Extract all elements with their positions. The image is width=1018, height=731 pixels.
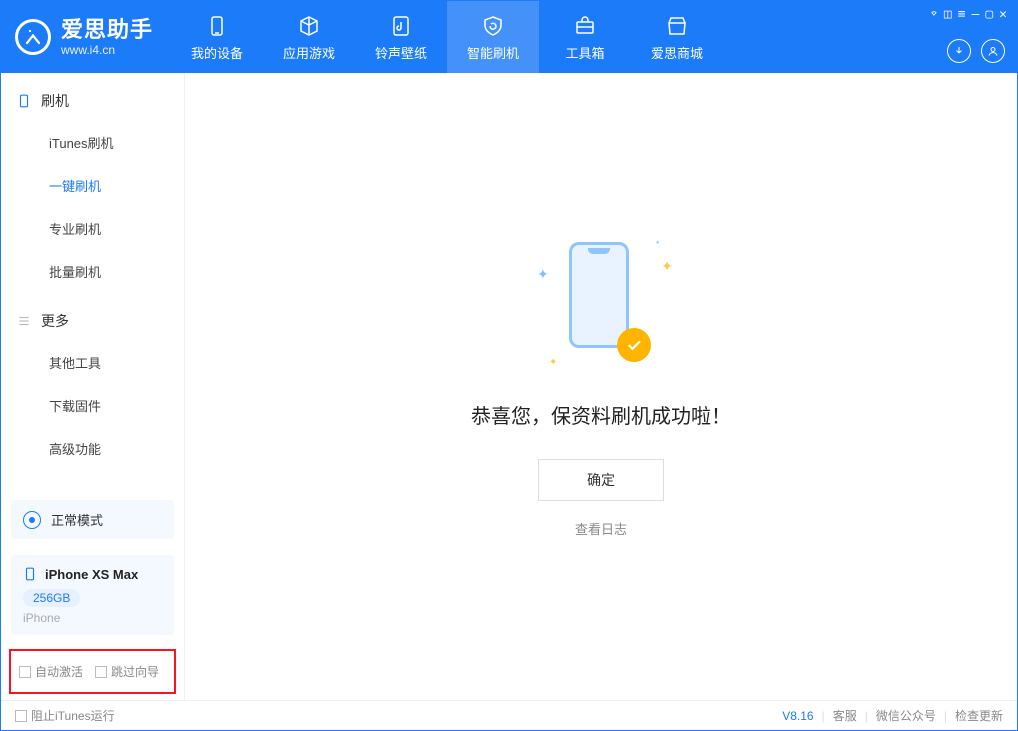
- checkbox-block-itunes[interactable]: 阻止iTunes运行: [15, 707, 115, 724]
- sidebar-item-other-tools[interactable]: 其他工具: [1, 341, 184, 384]
- refresh-shield-icon: [481, 13, 505, 39]
- nav-toolbox[interactable]: 工具箱: [539, 1, 631, 73]
- support-link[interactable]: 客服: [833, 707, 857, 724]
- status-bar: 阻止iTunes运行 V8.16 | 客服 | 微信公众号 | 检查更新: [1, 700, 1017, 730]
- nav-apps[interactable]: 应用游戏: [263, 1, 355, 73]
- view-log-link[interactable]: 查看日志: [575, 519, 627, 538]
- lock-icon[interactable]: ◫: [944, 7, 952, 22]
- success-illustration: ✦✦✦•: [531, 236, 671, 376]
- highlighted-options: 自动激活 跳过向导: [9, 649, 176, 694]
- device-storage: 256GB: [23, 589, 80, 607]
- mode-label: 正常模式: [51, 510, 103, 529]
- sidebar-group-more: 更多: [1, 293, 184, 341]
- minimize-button[interactable]: ―: [972, 7, 980, 22]
- device-icon: [205, 13, 229, 39]
- sidebar-group-flash: 刷机: [1, 73, 184, 121]
- sidebar-item-download-fw[interactable]: 下载固件: [1, 384, 184, 427]
- nav-label: 爱思商城: [651, 43, 703, 62]
- top-nav: 我的设备 应用游戏 铃声壁纸 智能刷机 工具箱 爱思商城: [171, 1, 723, 73]
- close-button[interactable]: ✕: [999, 7, 1007, 22]
- app-logo: 爱思助手 www.i4.cn: [1, 1, 171, 73]
- download-button[interactable]: [947, 39, 971, 63]
- check-icon: [617, 328, 651, 362]
- nav-label: 我的设备: [191, 43, 243, 62]
- group-label: 刷机: [41, 91, 69, 111]
- check-update-link[interactable]: 检查更新: [955, 707, 1003, 724]
- sidebar-item-itunes-flash[interactable]: iTunes刷机: [1, 121, 184, 164]
- mode-icon: [23, 511, 41, 529]
- nav-flash[interactable]: 智能刷机: [447, 1, 539, 73]
- device-name: iPhone XS Max: [45, 567, 138, 582]
- sidebar-item-pro-flash[interactable]: 专业刷机: [1, 207, 184, 250]
- sidebar-item-oneclick-flash[interactable]: 一键刷机: [1, 164, 184, 207]
- maximize-button[interactable]: ▢: [985, 7, 993, 22]
- sidebar-item-batch-flash[interactable]: 批量刷机: [1, 250, 184, 293]
- version-label: V8.16: [782, 709, 813, 723]
- wechat-link[interactable]: 微信公众号: [876, 707, 936, 724]
- music-file-icon: [389, 13, 413, 39]
- shop-icon: [665, 13, 689, 39]
- shirt-icon[interactable]: ⌔: [930, 7, 938, 22]
- nav-label: 智能刷机: [467, 43, 519, 62]
- menu-icon[interactable]: ≡: [958, 7, 966, 22]
- app-url: www.i4.cn: [61, 43, 153, 57]
- ok-button[interactable]: 确定: [538, 459, 664, 501]
- logo-icon: [15, 19, 51, 55]
- label: 自动激活: [35, 663, 83, 680]
- nav-label: 应用游戏: [283, 43, 335, 62]
- nav-my-device[interactable]: 我的设备: [171, 1, 263, 73]
- nav-label: 铃声壁纸: [375, 43, 427, 62]
- phone-icon: [17, 92, 31, 110]
- main-content: ✦✦✦• 恭喜您，保资料刷机成功啦！ 确定 查看日志: [185, 73, 1017, 700]
- label: 跳过向导: [111, 663, 159, 680]
- device-type: iPhone: [23, 611, 162, 625]
- title-bar: 爱思助手 www.i4.cn 我的设备 应用游戏 铃声壁纸 智能刷机: [1, 1, 1017, 73]
- checkbox-skip-guide[interactable]: 跳过向导: [95, 663, 159, 680]
- success-message: 恭喜您，保资料刷机成功啦！: [471, 400, 731, 429]
- nav-label: 工具箱: [566, 43, 605, 62]
- checkbox-auto-activate[interactable]: 自动激活: [19, 663, 83, 680]
- group-label: 更多: [41, 311, 69, 331]
- nav-ringtones[interactable]: 铃声壁纸: [355, 1, 447, 73]
- list-icon: [17, 314, 31, 328]
- device-card[interactable]: iPhone XS Max 256GB iPhone: [11, 555, 174, 635]
- nav-store[interactable]: 爱思商城: [631, 1, 723, 73]
- label: 阻止iTunes运行: [31, 707, 115, 724]
- sidebar: 刷机 iTunes刷机 一键刷机 专业刷机 批量刷机 更多 其他工具 下载固件 …: [1, 73, 185, 700]
- cube-icon: [297, 13, 321, 39]
- device-phone-icon: [23, 565, 37, 583]
- app-name: 爱思助手: [61, 17, 153, 43]
- toolbox-icon: [573, 13, 597, 39]
- mode-card[interactable]: 正常模式: [11, 500, 174, 539]
- sidebar-item-advanced[interactable]: 高级功能: [1, 427, 184, 470]
- user-button[interactable]: [981, 39, 1005, 63]
